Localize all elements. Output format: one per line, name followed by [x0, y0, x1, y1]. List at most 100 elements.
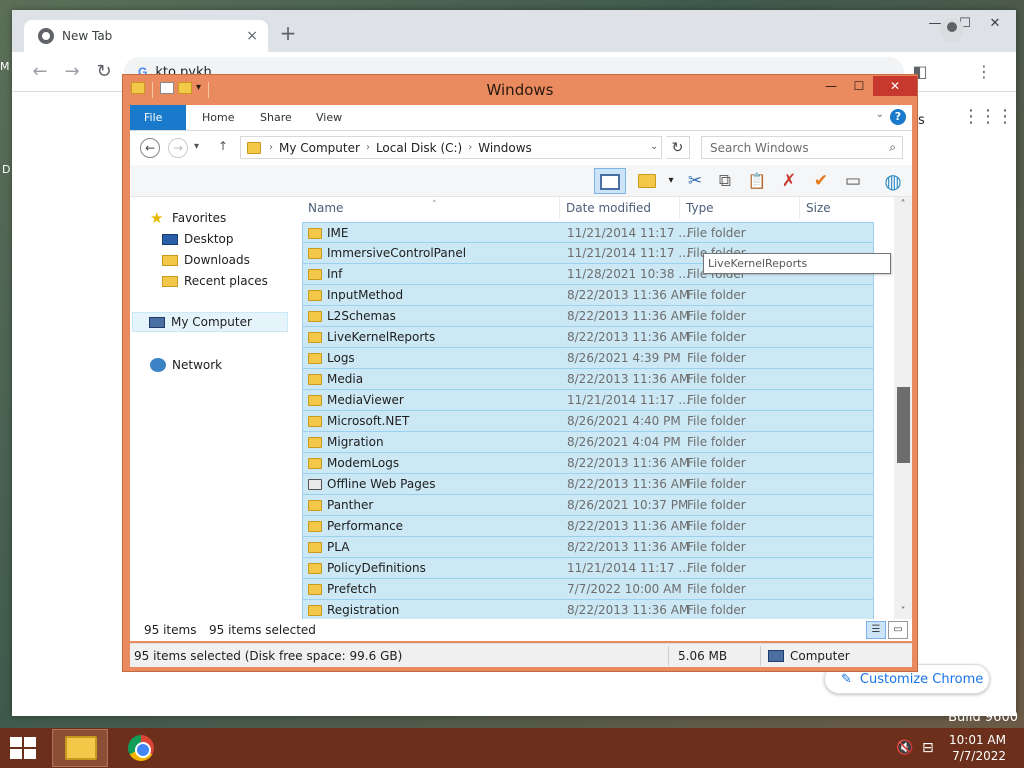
column-header-date[interactable]: Date modified — [560, 197, 680, 219]
up-icon[interactable]: ↑ — [218, 139, 228, 153]
breadcrumb-separator[interactable]: › — [366, 142, 370, 153]
chrome-close-button[interactable]: ✕ — [978, 12, 1012, 36]
ribbon-expand-icon[interactable]: ⌄ — [876, 109, 884, 120]
table-row[interactable]: MediaViewer 11/21/2014 11:17 ... File fold… — [302, 390, 874, 411]
column-header-size[interactable]: Size — [800, 197, 874, 219]
nav-downloads[interactable]: Downloads — [162, 250, 250, 270]
breadcrumb-separator[interactable]: › — [468, 142, 472, 153]
reload-icon[interactable]: ↻ — [92, 60, 116, 84]
large-icons-view-button[interactable]: ▭ — [888, 621, 908, 639]
search-input[interactable]: Search Windows ⌕ — [701, 136, 903, 159]
folder-icon — [308, 228, 322, 239]
back-icon[interactable]: ← — [140, 138, 160, 158]
nav-favorites[interactable]: ★ Favorites — [150, 208, 226, 228]
file-name: Microsoft.NET — [327, 414, 410, 428]
details-view-button[interactable]: ☰ — [866, 621, 886, 639]
tab-share[interactable]: Share — [246, 105, 306, 130]
address-bar[interactable]: › My Computer › Local Disk (C:) › Window… — [240, 136, 662, 159]
paste-icon[interactable]: 📋 — [744, 168, 770, 194]
table-row[interactable]: Performance 8/22/2013 11:36 AM File folder — [302, 516, 874, 537]
cut-icon[interactable]: ✂ — [682, 168, 708, 194]
address-dropdown-icon[interactable]: ⌄ — [650, 141, 658, 152]
nav-desktop[interactable]: Desktop — [162, 229, 234, 249]
taskbar-chrome[interactable] — [114, 729, 170, 767]
start-button[interactable] — [10, 737, 38, 759]
folder-icon — [308, 269, 322, 280]
preview-pane-button[interactable] — [594, 168, 626, 194]
table-row[interactable]: Migration 8/26/2021 4:04 PM File folder — [302, 432, 874, 453]
close-button[interactable]: ✕ — [873, 76, 917, 96]
globe-icon[interactable]: ◍ — [880, 168, 906, 194]
nav-recent-places[interactable]: Recent places — [162, 271, 268, 291]
table-row[interactable]: Offline Web Pages 8/22/2013 11:36 AM File … — [302, 474, 874, 495]
nav-network[interactable]: Network — [150, 355, 222, 375]
table-row[interactable]: Panther 8/26/2021 10:37 PM File folder — [302, 495, 874, 516]
chrome-tab-new-tab[interactable]: New Tab × — [24, 20, 268, 52]
vertical-scrollbar[interactable]: ˄ ˅ — [894, 197, 912, 619]
tab-file[interactable]: File — [130, 105, 186, 130]
folder-icon — [308, 458, 322, 469]
taskbar-file-explorer[interactable] — [52, 729, 108, 767]
table-row[interactable]: Logs 8/26/2021 4:39 PM File folder — [302, 348, 874, 369]
scroll-down-icon[interactable]: ˅ — [894, 606, 912, 617]
kebab-menu-icon[interactable]: ⋮ — [972, 60, 996, 84]
forward-icon[interactable]: → — [60, 60, 84, 84]
breadcrumb-local-disk[interactable]: Local Disk (C:) — [376, 141, 462, 155]
apps-grid-icon[interactable]: ⋮⋮⋮ — [962, 108, 1014, 126]
explorer-titlebar[interactable]: ▾ Windows — ☐ ✕ — [123, 75, 917, 105]
file-date: 11/21/2014 11:17 ... — [567, 246, 690, 260]
table-row[interactable]: PLA 8/22/2013 11:36 AM File folder — [302, 537, 874, 558]
selected-count: 95 items selected — [209, 623, 316, 637]
table-row[interactable]: InputMethod 8/22/2013 11:36 AM File folder — [302, 285, 874, 306]
column-header-name[interactable]: Name ˄ — [302, 197, 560, 219]
refresh-icon[interactable]: ↻ — [666, 136, 690, 159]
nav-computer-label: My Computer — [171, 315, 252, 329]
breadcrumb-my-computer[interactable]: My Computer — [279, 141, 360, 155]
table-row[interactable]: IME 11/21/2014 11:17 ... File folder — [302, 222, 874, 243]
table-row[interactable]: PolicyDefinitions 11/21/2014 11:17 ... Fil… — [302, 558, 874, 579]
details-separator — [668, 646, 669, 666]
scrollbar-thumb[interactable] — [897, 387, 910, 463]
ribbon-tabs: File Home Share View ⌄ ? — [130, 105, 912, 131]
tab-view[interactable]: View — [302, 105, 356, 130]
folder-icon — [308, 563, 322, 574]
file-name: ImmersiveControlPanel — [327, 246, 467, 260]
back-icon[interactable]: ← — [28, 60, 52, 84]
move-to-icon[interactable] — [634, 168, 660, 194]
help-icon[interactable]: ? — [890, 109, 906, 125]
tab-close-icon[interactable]: × — [246, 28, 258, 44]
column-header-type[interactable]: Type — [680, 197, 800, 219]
table-row[interactable]: ModemLogs 8/22/2013 11:36 AM File folder — [302, 453, 874, 474]
network-tray-icon[interactable]: ⊟ — [922, 740, 934, 756]
new-tab-button[interactable]: + — [276, 22, 300, 46]
delete-icon[interactable]: ✗ — [776, 168, 802, 194]
move-dropdown-icon[interactable]: ▾ — [658, 168, 684, 194]
item-count: 95 items — [144, 623, 197, 637]
breadcrumb-separator[interactable]: › — [269, 142, 273, 153]
maximize-button[interactable]: ☐ — [845, 76, 873, 96]
recent-locations-icon[interactable]: ▾ — [194, 141, 199, 152]
copy-icon[interactable]: ⧉ — [712, 168, 738, 194]
table-row[interactable]: Microsoft.NET 8/26/2021 4:40 PM File folde… — [302, 411, 874, 432]
table-row[interactable]: Media 8/22/2013 11:36 AM File folder — [302, 369, 874, 390]
profile-avatar-icon[interactable] — [940, 18, 964, 42]
chrome-tabstrip: New Tab × + — ☐ ✕ — [12, 10, 1016, 52]
file-name: LiveKernelReports — [327, 330, 436, 344]
check-icon[interactable]: ✔ — [808, 168, 834, 194]
tooltip: LiveKernelReports — [703, 253, 891, 274]
forward-icon[interactable]: → — [168, 138, 188, 158]
tab-home[interactable]: Home — [188, 105, 248, 130]
table-row[interactable]: Prefetch 7/7/2022 10:00 AM File folder — [302, 579, 874, 600]
table-row[interactable]: L2Schemas 8/22/2013 11:36 AM File folder — [302, 306, 874, 327]
minimize-button[interactable]: — — [817, 76, 845, 96]
speaker-muted-icon[interactable]: 🔇 — [896, 740, 913, 756]
file-name: L2Schemas — [327, 309, 396, 323]
nav-my-computer[interactable]: My Computer — [132, 312, 288, 332]
desktop-icon — [162, 233, 178, 245]
scroll-up-icon[interactable]: ˄ — [894, 199, 912, 210]
table-row[interactable]: LiveKernelReports 8/22/2013 11:36 AM File … — [302, 327, 874, 348]
breadcrumb-windows[interactable]: Windows — [478, 141, 532, 155]
rename-icon[interactable]: ▭ — [840, 168, 866, 194]
table-row[interactable]: Registration 8/22/2013 11:36 AM File folde… — [302, 600, 874, 621]
taskbar-clock[interactable]: 10:01 AM 7/7/2022 — [949, 732, 1006, 764]
